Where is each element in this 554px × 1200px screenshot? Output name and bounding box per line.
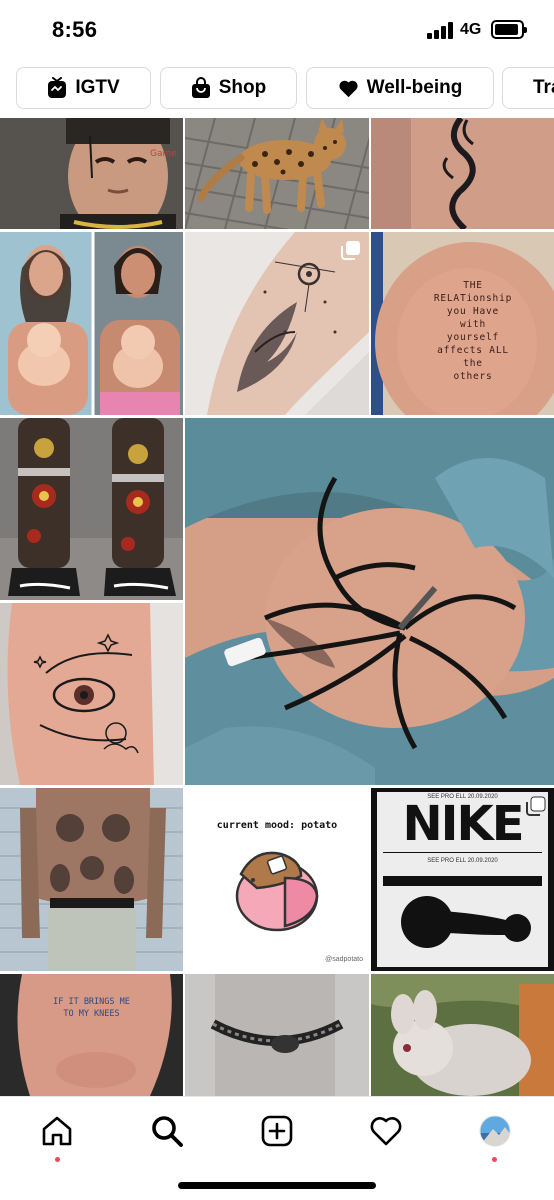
post-mother-baby[interactable]	[0, 232, 183, 415]
post-tattooing-video[interactable]	[185, 418, 554, 785]
quote-line: RELATionship	[433, 293, 513, 304]
knees-text: IF IT BRINGS ME TO MY KNEES	[0, 996, 183, 1020]
shopping-bag-icon	[191, 77, 210, 98]
post-chinchilla[interactable]	[371, 974, 554, 1096]
nav-home[interactable]	[33, 1107, 81, 1162]
igtv-icon	[48, 77, 67, 98]
home-notification-dot	[55, 1157, 60, 1162]
chip-label: Tra	[533, 77, 554, 98]
post-torso-tattoo[interactable]	[0, 788, 183, 971]
post-legs-tattoo[interactable]	[0, 418, 183, 600]
chip-shop[interactable]: Shop	[160, 67, 297, 109]
knees-line: IF IT BRINGS ME	[53, 997, 130, 1007]
nike-title: NIKE	[402, 796, 524, 852]
profile-notification-dot	[492, 1157, 497, 1162]
quote-line: THE	[463, 280, 483, 291]
heart-icon	[339, 80, 358, 97]
post-arm-bird-tattoo[interactable]	[185, 232, 369, 415]
post-eye-hands-tattoo[interactable]	[0, 603, 183, 785]
signal-strength-icon	[427, 22, 453, 39]
post-snake-neck-tattoo[interactable]	[185, 974, 369, 1096]
quote-line: affects ALL	[437, 345, 509, 356]
post-neck-tattoo[interactable]	[371, 118, 554, 229]
quote-line: with	[459, 319, 487, 330]
quote-line: yourself	[446, 332, 500, 343]
chip-label: Well-being	[366, 77, 463, 98]
quote-line: the	[463, 358, 483, 369]
chip-travel[interactable]: Tra	[502, 67, 554, 109]
nav-activity[interactable]	[362, 1107, 410, 1155]
home-icon	[42, 1116, 72, 1146]
battery-icon	[491, 20, 527, 39]
quote-line: others	[453, 371, 493, 382]
chip-well-being[interactable]: Well-being	[306, 67, 494, 109]
chip-label: Shop	[218, 77, 267, 98]
create-post-icon	[261, 1115, 293, 1147]
nav-profile[interactable]	[471, 1107, 519, 1162]
potato-credit: @sadpotato	[325, 956, 363, 963]
status-time: 8:56	[52, 17, 98, 42]
post-knees-tattoo[interactable]: IF IT BRINGS ME TO MY KNEES	[0, 974, 183, 1096]
nav-search[interactable]	[143, 1107, 191, 1155]
chip-label: IGTV	[75, 77, 120, 98]
network-type: 4G	[460, 21, 482, 38]
search-icon	[152, 1116, 183, 1147]
topic-chips: IGTV Shop Well-being Tra	[0, 67, 554, 111]
multiple-photos-icon	[526, 796, 546, 816]
post-face-tattoo[interactable]: Game	[0, 118, 183, 229]
profile-avatar	[479, 1115, 511, 1147]
post-quote-tattoo[interactable]: THE RELATionship you Have with yourself …	[371, 232, 554, 415]
heart-outline-icon	[370, 1117, 402, 1146]
post-nike-poster[interactable]: SEE PRO ELL 20.09.2020 NIKE SEE PRO ELL …	[371, 788, 554, 971]
home-indicator	[178, 1182, 376, 1189]
quote-tattoo-text: THE RELATionship you Have with yourself …	[383, 279, 554, 383]
nav-create[interactable]	[253, 1107, 301, 1155]
post-leopard-cat[interactable]	[185, 118, 369, 229]
explore-grid: Game THE RELATionship you Have with your…	[0, 118, 554, 1096]
status-bar: 8:56 4G	[0, 0, 554, 62]
nike-date-bottom: SEE PRO ELL 20.09.2020	[427, 858, 498, 864]
multiple-photos-icon	[341, 241, 360, 260]
chip-igtv[interactable]: IGTV	[16, 67, 151, 109]
quote-line: you Have	[446, 306, 500, 317]
svg-text:Game: Game	[150, 149, 177, 159]
post-potato-mood[interactable]: current mood: potato @sadpotato	[185, 788, 369, 971]
knees-line: TO MY KNEES	[63, 1009, 120, 1019]
